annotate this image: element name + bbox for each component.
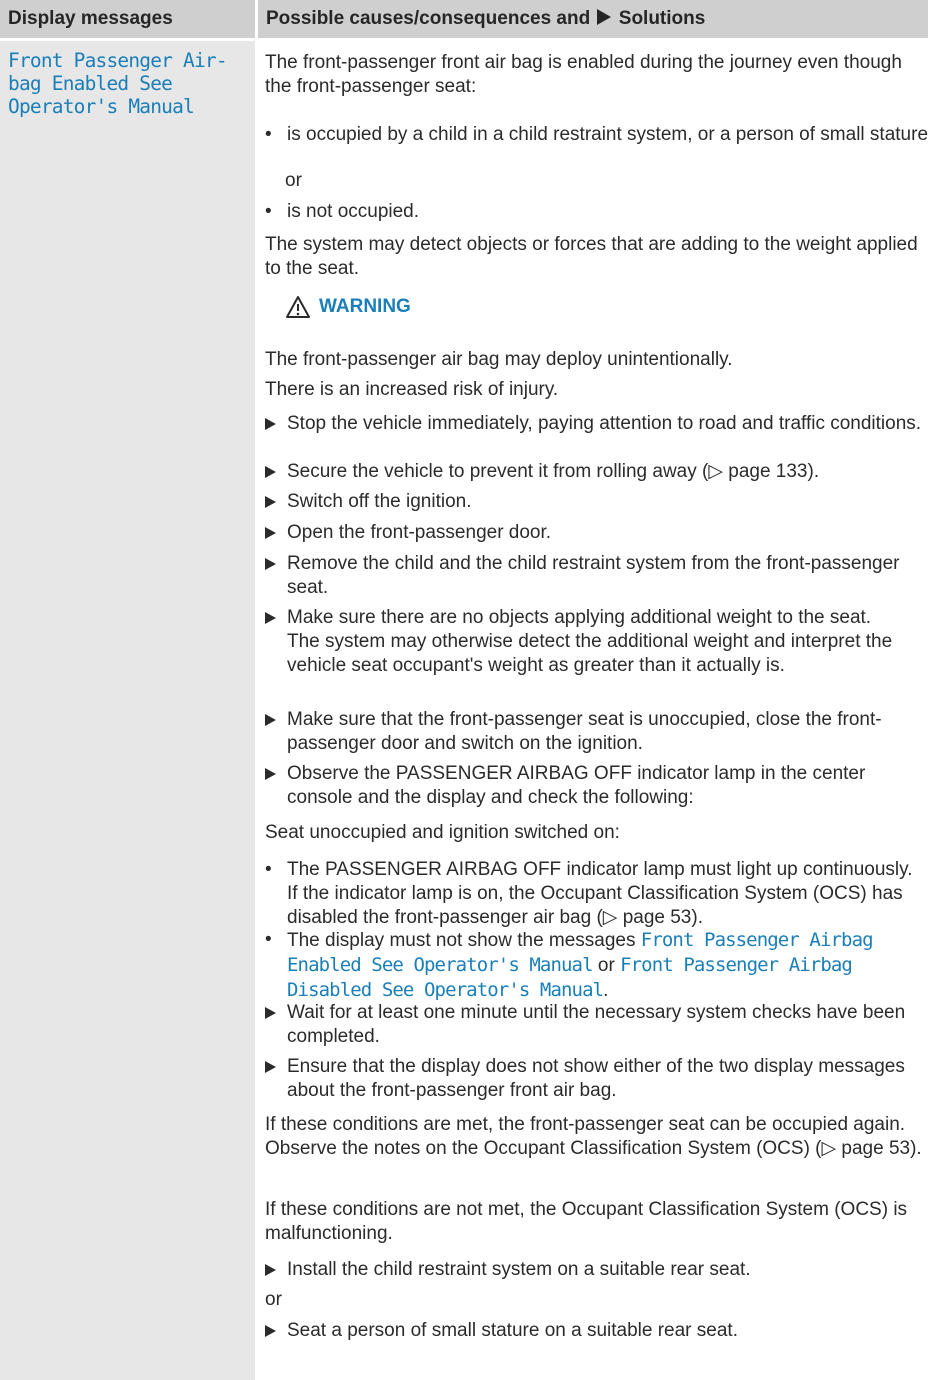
column-header-suffix: Solutions xyxy=(618,8,706,29)
step-item: Secure the vehicle to prevent it from ro… xyxy=(265,460,928,484)
conditions-met-paragraph: If these conditions are met, the front-p… xyxy=(265,1114,922,1159)
bullet-item: • is occupied by a child in a child rest… xyxy=(265,123,928,147)
step-text: Seat a person of small stature on a suit… xyxy=(287,1320,738,1341)
step-text: Make sure that the front-passenger seat … xyxy=(287,709,882,754)
column-header-prefix: Possible causes/consequences and xyxy=(266,8,591,29)
bullet-item: • is not occupied. xyxy=(265,200,928,224)
step-text: Remove the child and the child restraint… xyxy=(287,553,900,598)
bullet-dot: • xyxy=(265,859,272,880)
step-text: Open the front-passenger door. xyxy=(287,522,552,543)
bullet-dot: • xyxy=(265,201,272,222)
display-message-text: Front Passenger Air- bag Enabled See Ope… xyxy=(8,49,228,118)
manual-page: Display messages Possible causes/consequ… xyxy=(0,0,928,1380)
step-arrow-icon xyxy=(265,612,276,624)
step-arrow-icon xyxy=(265,418,276,430)
step-arrow-icon xyxy=(265,558,276,570)
step-item: Observe the PASSENGER AIRBAG OFF indicat… xyxy=(265,762,928,810)
step-text: Ensure that the display does not show ei… xyxy=(287,1056,905,1101)
solution-arrow-icon xyxy=(597,9,612,25)
step-arrow-icon xyxy=(265,496,276,508)
step-text: Switch off the ignition. xyxy=(287,491,472,512)
step-item: Switch off the ignition. xyxy=(265,490,928,514)
step-item: Make sure that the front-passenger seat … xyxy=(265,708,928,756)
step-text: Wait for at least one minute until the n… xyxy=(287,1002,906,1047)
header-divider xyxy=(255,0,258,38)
detect-paragraph: The system may detect objects or forces … xyxy=(265,234,918,279)
intro-paragraph: The front-passenger front air bag is ena… xyxy=(265,52,902,97)
check-item: • The PASSENGER AIRBAG OFF indicator lam… xyxy=(265,858,928,930)
seat-unoccupied-label: Seat unoccupied and ignition switched on… xyxy=(265,822,620,843)
step-text: Stop the vehicle immediately, paying att… xyxy=(287,413,922,434)
step-arrow-icon xyxy=(265,527,276,539)
bullet-dot: • xyxy=(265,124,272,145)
step-text: Observe the PASSENGER AIRBAG OFF indicat… xyxy=(287,763,866,808)
bullet-text: is occupied by a child in a child restra… xyxy=(287,124,928,145)
bullet-text: is not occupied. xyxy=(287,201,420,222)
check-item: • The display must not show the messages… xyxy=(265,928,928,1003)
step-arrow-icon xyxy=(265,768,276,780)
display-message-cell: Front Passenger Air- bag Enabled See Ope… xyxy=(0,41,255,1380)
step-arrow-icon xyxy=(265,1325,276,1337)
check-joiner: or xyxy=(597,955,615,976)
bullet-dot: • xyxy=(265,929,272,950)
step-item: Open the front-passenger door. xyxy=(265,521,928,545)
step-item: Remove the child and the child restraint… xyxy=(265,552,928,600)
step-item: Ensure that the display does not show ei… xyxy=(265,1055,928,1103)
step-item: Make sure there are no objects applying … xyxy=(265,606,928,678)
or-connector: or xyxy=(265,1289,282,1310)
step-arrow-icon xyxy=(265,714,276,726)
step-item: Wait for at least one minute until the n… xyxy=(265,1001,928,1049)
table-header: Display messages Possible causes/consequ… xyxy=(0,0,928,38)
step-arrow-icon xyxy=(265,1264,276,1276)
step-text: Make sure there are no objects applying … xyxy=(287,607,872,628)
step-arrow-icon xyxy=(265,466,276,478)
step-item: Install the child restraint system on a … xyxy=(265,1258,928,1282)
warning-label: WARNING xyxy=(319,296,411,317)
step-item: Stop the vehicle immediately, paying att… xyxy=(265,412,928,436)
warning-line-2: There is an increased risk of injury. xyxy=(265,379,559,400)
check-prefix: The display must not show the messages xyxy=(287,930,636,951)
causes-solutions-cell: The front-passenger front air bag is ena… xyxy=(265,41,928,1380)
step-note: The system may otherwise detect the addi… xyxy=(287,631,893,676)
warning-line-1: The front-passenger air bag may deploy u… xyxy=(265,349,733,370)
step-arrow-icon xyxy=(265,1007,276,1019)
column-header-causes-solutions: Possible causes/consequences and Solutio… xyxy=(266,8,705,30)
or-connector: or xyxy=(285,170,302,191)
step-arrow-icon xyxy=(265,1061,276,1073)
warning-triangle-icon xyxy=(286,296,310,318)
check-suffix: . xyxy=(603,980,609,1001)
step-item: Seat a person of small stature on a suit… xyxy=(265,1319,928,1343)
check-text: The PASSENGER AIRBAG OFF indicator lamp … xyxy=(287,859,913,928)
step-text: Install the child restraint system on a … xyxy=(287,1259,751,1280)
step-text: Secure the vehicle to prevent it from ro… xyxy=(287,461,820,482)
column-header-display-messages: Display messages xyxy=(8,8,173,29)
check-text: The display must not show the messages F… xyxy=(287,928,928,1003)
conditions-not-met-paragraph: If these conditions are not met, the Occ… xyxy=(265,1199,908,1244)
